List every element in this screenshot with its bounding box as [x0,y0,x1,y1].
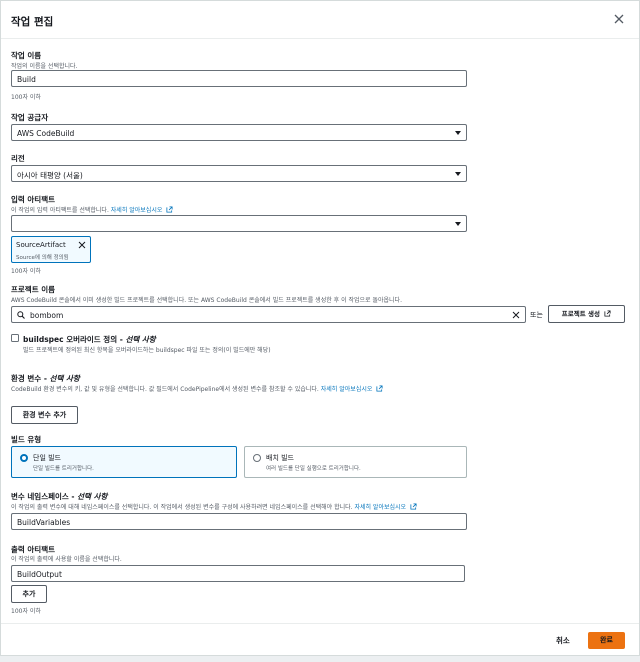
optional-text: 선택 사항 [49,374,80,383]
clear-icon[interactable] [512,311,520,319]
buildspec-override-description: 빌드 프로젝트에 정의된 최신 항목을 오버라이드하는 buildspec 파일… [23,347,271,354]
input-artifacts-label: 입력 아티팩트 [11,195,56,204]
external-link-icon [410,503,417,510]
region-select[interactable]: 아시아 태평양 (서울) [11,165,467,182]
external-link-icon [166,206,173,213]
create-project-button[interactable]: 프로젝트 생성 [548,305,625,323]
search-icon [17,311,25,319]
modal-header: 작업 편집 [1,1,639,39]
done-button[interactable]: 완료 [588,632,625,649]
output-artifacts-hint: 100자 이하 [11,608,41,615]
modal-title: 작업 편집 [11,16,54,28]
action-provider-select[interactable]: AWS CodeBuild [11,124,467,141]
input-artifacts-learn-more-link[interactable]: 자세히 알아보십시오 [111,207,163,214]
build-type-batch-tile[interactable]: 배치 빌드 여러 빌드를 단일 실행으로 트리거합니다. [244,446,467,478]
env-vars-label: 환경 변수 - 선택 사항 [11,373,80,384]
modal-footer: 취소 완료 [1,623,639,656]
variable-namespace-input[interactable]: BuildVariables [11,513,467,530]
build-type-single-title: 단일 빌드 [33,454,61,462]
project-name-description: AWS CodeBuild 콘솔에서 이미 생성한 빌드 프로젝트를 선택합니다… [11,297,402,304]
env-vars-description-text: CodeBuild 환경 변수의 키, 값 및 유형을 선택합니다. 값 필드에… [11,386,319,393]
optional-text: 선택 사항 [77,492,108,501]
input-artifact-token: SourceArtifact Source에 의해 정의됨 [11,236,91,263]
action-name-label: 작업 이름 [11,51,42,60]
external-link-icon [376,385,383,392]
add-env-var-button[interactable]: 환경 변수 추가 [11,406,78,424]
project-name-value: bombom [30,311,64,320]
input-artifacts-select[interactable] [11,215,467,232]
external-link-icon [604,310,611,317]
close-icon[interactable] [613,13,625,25]
action-name-hint: 100자 이하 [11,94,41,101]
create-project-label: 프로젝트 생성 [561,310,600,318]
env-vars-description: CodeBuild 환경 변수의 키, 값 및 유형을 선택합니다. 값 필드에… [11,384,383,393]
variable-namespace-learn-more-link[interactable]: 자세히 알아보십시오 [354,504,406,511]
build-type-label: 빌드 유형 [11,435,42,444]
input-artifacts-description-text: 이 작업의 입력 아티팩트를 선택합니다. [11,207,109,214]
optional-text: 선택 사항 [125,335,156,344]
build-type-batch-subtitle: 여러 빌드를 단일 실행으로 트리거합니다. [266,466,361,472]
buildspec-override-checkbox[interactable] [11,334,19,342]
build-type-batch-title: 배치 빌드 [266,454,294,462]
token-title: SourceArtifact [16,241,66,249]
build-type-single-tile[interactable]: 단일 빌드 단일 빌드를 트리거합니다. [11,446,237,478]
radio-selected-icon [20,454,28,462]
env-vars-learn-more-link[interactable]: 자세히 알아보십시오 [321,386,373,393]
action-name-input[interactable]: Build [11,70,467,87]
region-value: 아시아 태평양 (서울) [17,171,83,180]
buildspec-label-text: buildspec 오버라이드 정의 - [23,335,126,344]
caret-down-icon [455,172,461,176]
token-subtitle: Source에 의해 정의됨 [16,255,69,261]
variable-namespace-description: 이 작업의 출력 변수에 대해 네임스페이스를 선택합니다. 이 작업에서 생성… [11,502,417,511]
caret-down-icon [455,131,461,135]
action-name-description: 작업의 이름을 선택합니다. [11,63,78,70]
project-name-label: 프로젝트 이름 [11,285,56,294]
caret-down-icon [455,222,461,226]
variable-namespace-label-text: 변수 네임스페이스 - [11,492,78,501]
build-type-single-subtitle: 단일 빌드를 트리거합니다. [33,466,94,472]
remove-token-icon[interactable] [78,241,86,249]
action-provider-label: 작업 공급자 [11,113,49,122]
add-output-artifact-button[interactable]: 추가 [11,585,47,603]
or-text: 또는 [530,311,543,319]
region-label: 리전 [11,154,25,163]
variable-namespace-label: 변수 네임스페이스 - 선택 사항 [11,491,107,502]
input-artifacts-description: 이 작업의 입력 아티팩트를 선택합니다. 자세히 알아보십시오 [11,205,173,214]
output-artifact-input[interactable]: BuildOutput [11,565,465,582]
edit-action-modal: 작업 편집 작업 이름 작업의 이름을 선택합니다. Build 100자 이하… [0,0,640,656]
project-name-search-input[interactable]: bombom [11,306,526,323]
radio-unselected-icon [253,454,261,462]
variable-namespace-description-text: 이 작업의 출력 변수에 대해 네임스페이스를 선택합니다. 이 작업에서 생성… [11,504,353,511]
output-artifacts-description: 이 작업의 출력에 사용할 이름을 선택합니다. [11,556,122,563]
input-artifacts-hint: 100자 이하 [11,268,41,275]
buildspec-override-label: buildspec 오버라이드 정의 - 선택 사항 [23,334,156,345]
cancel-button[interactable]: 취소 [556,635,570,646]
action-provider-value: AWS CodeBuild [17,129,75,138]
env-vars-label-text: 환경 변수 - [11,374,50,383]
